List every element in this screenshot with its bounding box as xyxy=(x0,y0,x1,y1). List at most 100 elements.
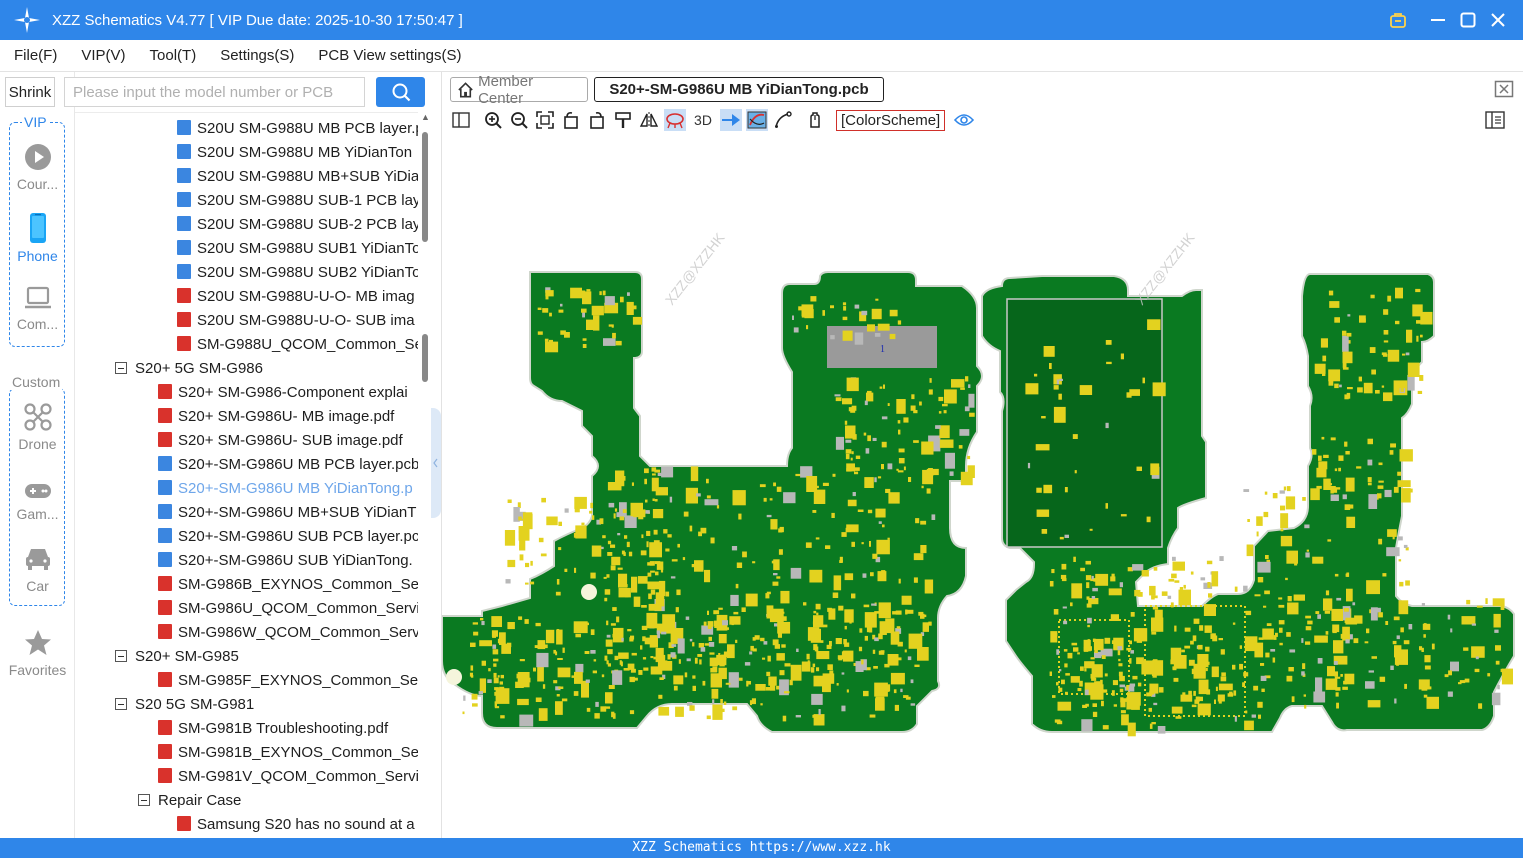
collapse-toggle-icon[interactable] xyxy=(138,794,150,806)
tree-file[interactable]: S20U SM-G988U-U-O- MB imag xyxy=(177,285,415,309)
tree-file[interactable]: Samsung S20 has no sound at a xyxy=(177,813,415,837)
tree-file[interactable]: S20+-SM-G986U SUB PCB layer.pcl xyxy=(158,525,418,549)
visibility-button[interactable] xyxy=(953,109,975,131)
sidebar-item-car[interactable]: Car xyxy=(0,544,75,594)
pcb-pad xyxy=(1126,647,1132,651)
pcb-pad xyxy=(1105,503,1108,509)
tree-file[interactable]: S20+-SM-G986U MB PCB layer.pcb xyxy=(158,453,418,477)
menu-settings[interactable]: Settings(S) xyxy=(216,45,298,66)
rotate-left-button[interactable] xyxy=(560,109,582,131)
tree-file[interactable]: S20U SM-G988U MB YiDianTon xyxy=(177,141,412,165)
tree-file[interactable]: S20U SM-G988U MB+SUB YiDia xyxy=(177,165,418,189)
tree-file[interactable]: SM-G986W_QCOM_Common_Servi xyxy=(158,621,418,645)
view-3d-button[interactable]: 3D xyxy=(690,109,716,131)
scrollbar-thumb-secondary[interactable] xyxy=(422,334,428,382)
pcb-pad xyxy=(1377,485,1384,489)
pan-hand-button[interactable] xyxy=(804,109,826,131)
pcb-pad xyxy=(890,672,905,685)
show-traces-button[interactable] xyxy=(746,109,768,131)
tree-file[interactable]: SM-G981V_QCOM_Common_Servic xyxy=(158,765,418,789)
tree-folder[interactable]: Repair Case xyxy=(138,789,241,813)
sidebar-item-courses[interactable]: Cour... xyxy=(0,142,75,192)
tree-file[interactable]: SM-G981B_EXYNOS_Common_Serv xyxy=(158,741,418,765)
tree-file[interactable]: S20+ SM-G986-Component explai xyxy=(158,381,408,405)
tree-file[interactable]: SM-G985F_EXYNOS_Common_Serv xyxy=(158,669,418,693)
sidebar-item-favorites[interactable]: Favorites xyxy=(0,628,75,678)
pcb-pad xyxy=(741,607,746,612)
menu-pcb-view-settings[interactable]: PCB View settings(S) xyxy=(314,45,465,66)
draw-line-button[interactable] xyxy=(772,109,794,131)
zoom-in-button[interactable] xyxy=(482,109,504,131)
close-button[interactable] xyxy=(1483,0,1513,40)
pcb-pad xyxy=(626,541,630,548)
pcb-pad xyxy=(538,537,544,543)
menu-tool[interactable]: Tool(T) xyxy=(146,45,201,66)
tree-file[interactable]: S20U SM-G988U MB PCB layer.p xyxy=(177,117,418,141)
split-view-button[interactable] xyxy=(450,109,472,131)
tree-file[interactable]: S20+-SM-G986U MB YiDianTong.p xyxy=(158,477,413,501)
scroll-up-icon[interactable]: ▲ xyxy=(421,112,430,122)
pcb-pad xyxy=(686,658,691,662)
collapse-toggle-icon[interactable] xyxy=(115,650,127,662)
pcb-pad xyxy=(491,620,494,626)
tree-folder[interactable]: S20+ SM-G985 xyxy=(115,645,239,669)
tree-file[interactable]: S20+-SM-G986U MB+SUB YiDianT xyxy=(158,501,416,525)
rotate-right-button[interactable] xyxy=(586,109,608,131)
tree-file[interactable]: SM-G986B_EXYNOS_Common_Serv xyxy=(158,573,418,597)
tree-folder[interactable]: S20 5G SM-G981 xyxy=(115,693,254,717)
tree-file[interactable]: S20+-SM-G986U SUB YiDianTong. xyxy=(158,549,413,573)
tab-active-pcb[interactable]: S20+-SM-G986U MB YiDianTong.pcb xyxy=(594,77,884,102)
tree-file[interactable]: S20U SM-G988U SUB2 YiDianTo xyxy=(177,261,418,285)
tree-scrollbar[interactable]: ▲ xyxy=(419,112,431,838)
pcb-pad xyxy=(557,658,563,660)
close-tab-icon[interactable] xyxy=(1494,80,1514,98)
pcb-pad xyxy=(896,468,899,471)
side-panel-toggle-button[interactable] xyxy=(1484,109,1506,131)
menu-vip[interactable]: VIP(V) xyxy=(77,45,129,66)
net-highlight-button[interactable] xyxy=(664,109,686,131)
search-button[interactable] xyxy=(376,77,425,107)
select-arrow-button[interactable] xyxy=(720,109,742,131)
format-brush-button[interactable] xyxy=(612,109,634,131)
tree-file[interactable]: SM-G981B Troubleshooting.pdf xyxy=(158,717,388,741)
pcb-pad xyxy=(781,611,785,614)
tree-file[interactable]: S20U SM-G988U SUB-2 PCB laye xyxy=(177,213,418,237)
maximize-button[interactable] xyxy=(1453,0,1483,40)
pcb-pad xyxy=(1395,320,1400,325)
minimize-button[interactable] xyxy=(1423,0,1453,40)
sidebar-item-drone[interactable]: Drone xyxy=(0,402,75,452)
collapse-toggle-icon[interactable] xyxy=(115,698,127,710)
tree-file[interactable]: S20U SM-G988U SUB-1 PCB laye xyxy=(177,189,418,213)
pcb-pad xyxy=(692,675,696,679)
sidebar-item-phone[interactable]: Phone xyxy=(0,212,75,264)
tree-file[interactable]: SM-G986U_QCOM_Common_Servi xyxy=(158,597,418,621)
tree-file[interactable]: S20U SM-G988U-U-O- SUB ima xyxy=(177,309,415,333)
drone-icon xyxy=(23,403,52,431)
tree-item-label: SM-G986B_EXYNOS_Common_Serv xyxy=(178,576,418,593)
vip-bag-button[interactable] xyxy=(1383,0,1413,40)
tree-file[interactable]: SM-G988U_QCOM_Common_Se xyxy=(177,333,418,357)
shrink-button[interactable]: Shrink xyxy=(5,77,55,107)
pcb-pad xyxy=(844,573,854,581)
sidebar-item-computer[interactable]: Com... xyxy=(0,284,75,332)
tree-file[interactable]: S20U SM-G988U SUB1 YiDianTo xyxy=(177,237,418,261)
collapse-toggle-icon[interactable] xyxy=(115,362,127,374)
mirror-button[interactable] xyxy=(638,109,660,131)
tree-folder[interactable]: S20+ 5G SM-G986 xyxy=(115,357,263,381)
sidebar-item-game[interactable]: Gam... xyxy=(0,480,75,522)
pcb-pad xyxy=(861,542,864,545)
scrollbar-thumb[interactable] xyxy=(422,132,428,242)
pcb-pad xyxy=(1294,561,1298,566)
menu-file[interactable]: File(F) xyxy=(10,45,61,66)
tab-member-center[interactable]: Member Center xyxy=(450,73,588,107)
search-input[interactable] xyxy=(65,78,364,106)
tree-file[interactable]: S20+ SM-G986U- SUB image.pdf xyxy=(158,429,403,453)
pcb-pad xyxy=(835,638,842,645)
color-scheme-button[interactable]: [ColorScheme] xyxy=(836,109,946,131)
pcb-canvas[interactable]: 1 XZZ@XZZHK XZZ@XZZHK xyxy=(442,136,1523,836)
zoom-out-button[interactable] xyxy=(508,109,530,131)
pcb-pad xyxy=(878,602,891,619)
panel-collapse-handle[interactable] xyxy=(431,408,441,518)
tree-file[interactable]: S20+ SM-G986U- MB image.pdf xyxy=(158,405,394,429)
fit-view-button[interactable] xyxy=(534,109,556,131)
